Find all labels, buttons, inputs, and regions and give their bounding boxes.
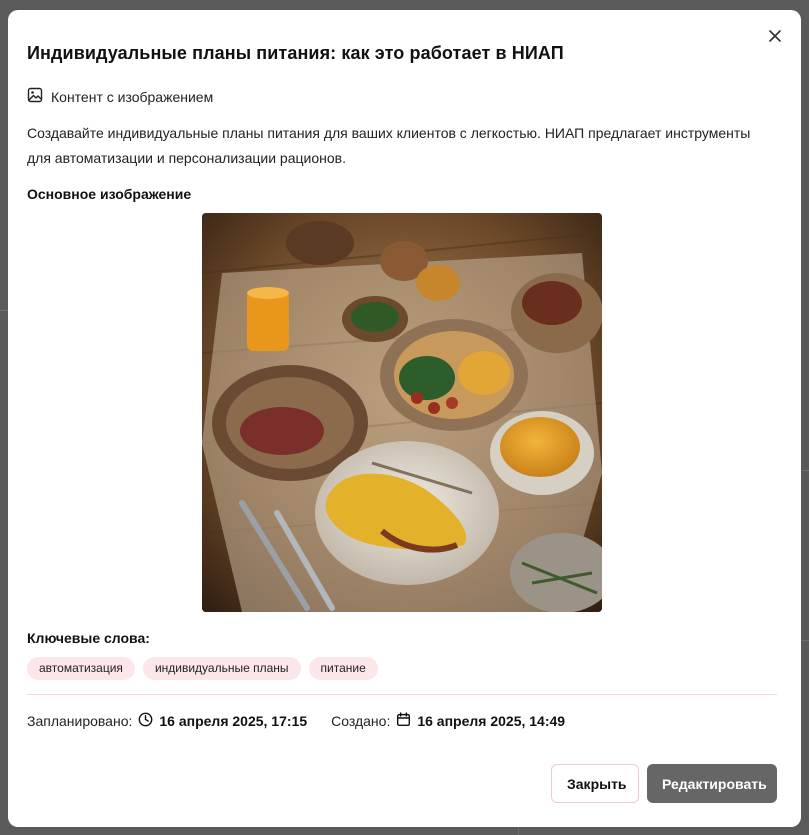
content-details-modal: Индивидуальные планы питания: как это ра… — [8, 10, 801, 827]
main-image — [202, 213, 602, 612]
scheduled-value: 16 апреля 2025, 17:15 — [159, 713, 308, 729]
created-value: 16 апреля 2025, 14:49 — [417, 713, 566, 729]
created-info: Создано: 16 апреля 2025, 14:49 — [331, 712, 565, 730]
edit-button[interactable]: Редактировать — [647, 764, 777, 803]
keyword-tag: автоматизация — [27, 657, 135, 680]
backdrop-line — [0, 310, 8, 311]
backdrop-line — [801, 640, 809, 641]
close-icon[interactable] — [765, 26, 785, 46]
scheduled-label: Запланировано: — [27, 713, 133, 729]
content-description: Создавайте индивидуальные планы питания … — [27, 125, 751, 166]
scheduled-info: Запланировано: 16 апреля 2025, 17:15 — [27, 712, 307, 730]
image-icon — [27, 87, 43, 106]
clock-icon — [138, 712, 153, 730]
image-section-label: Основное изображение — [27, 186, 192, 202]
backdrop-line — [801, 470, 809, 471]
dates-row: Запланировано: 16 апреля 2025, 17:15 Соз… — [27, 712, 589, 730]
divider — [27, 694, 777, 695]
keyword-tag: питание — [308, 657, 378, 680]
backdrop-line — [518, 827, 519, 835]
keyword-tags: автоматизация индивидуальные планы питан… — [27, 657, 378, 680]
content-type-label: Контент с изображением — [51, 88, 214, 105]
close-button[interactable]: Закрыть — [551, 764, 639, 803]
calendar-icon — [396, 712, 411, 730]
modal-title: Индивидуальные планы питания: как это ра… — [27, 43, 564, 63]
keyword-tag: индивидуальные планы — [142, 657, 301, 680]
created-label: Создано: — [331, 713, 391, 729]
modal-actions: Закрыть Редактировать — [551, 764, 777, 803]
keywords-label: Ключевые слова: — [27, 630, 150, 646]
content-type-row: Контент с изображением — [27, 87, 213, 106]
